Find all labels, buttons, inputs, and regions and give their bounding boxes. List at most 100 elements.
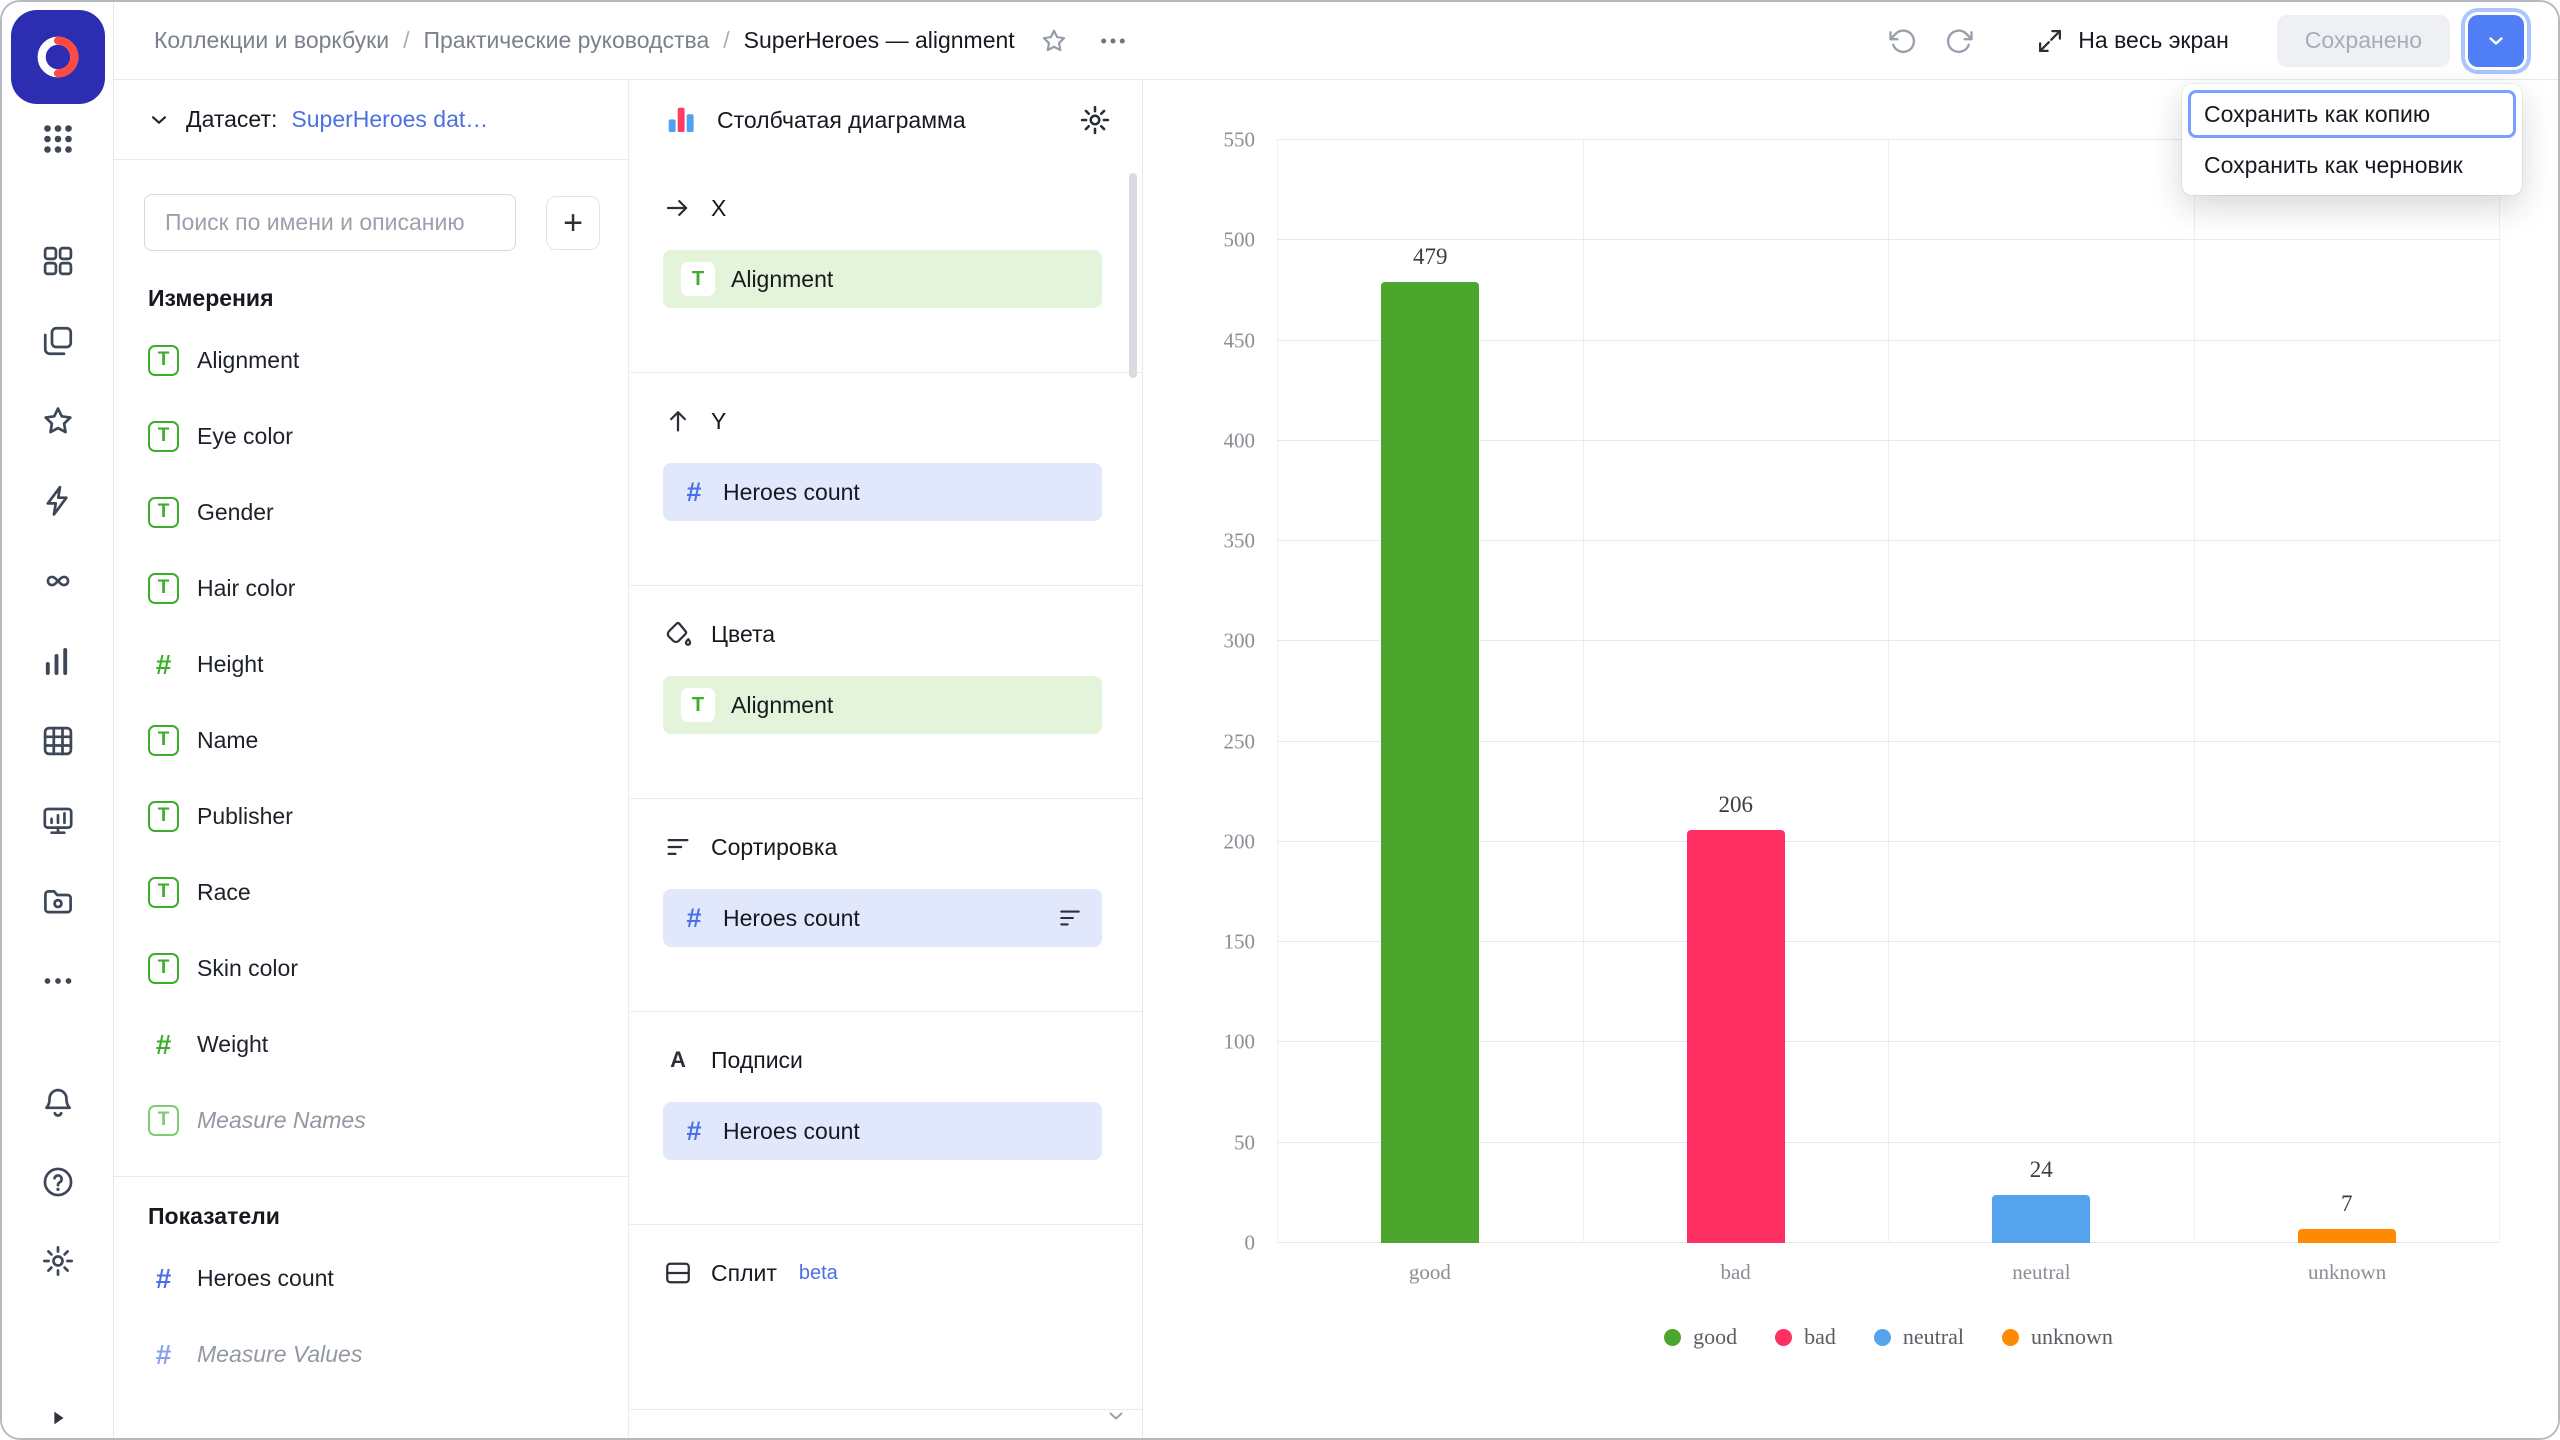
menu-item[interactable]: Сохранить как копию [2188, 90, 2516, 138]
dataset-field[interactable]: THair color [114, 550, 628, 626]
config-section-sort: Сортировка#Heroes count [629, 799, 1142, 1012]
dataset-field[interactable]: TMeasure Names [114, 1082, 628, 1158]
sort-icon [663, 832, 693, 862]
legend-dot [1664, 1329, 1681, 1346]
sidebar-monitor-icon[interactable] [26, 790, 90, 852]
sidebar-charts-icon[interactable] [26, 630, 90, 692]
apps-grid-icon[interactable] [26, 108, 90, 170]
dataset-field[interactable]: TAlignment [114, 322, 628, 398]
number-field-icon: # [148, 1339, 179, 1370]
config-sections: XTAlignmentY#Heroes countЦветаTAlignment… [629, 160, 1142, 1438]
dataset-field[interactable]: TEye color [114, 398, 628, 474]
bar-bad[interactable] [1687, 830, 1785, 1243]
dataset-field[interactable]: #Measure Values [114, 1316, 628, 1392]
scrollbar-thumb[interactable] [1129, 173, 1137, 378]
field-chip[interactable]: #Heroes count [663, 1102, 1102, 1160]
dataset-panel-header: Датасет: SuperHeroes dat… [114, 80, 628, 160]
legend-label: unknown [2031, 1324, 2113, 1350]
sidebar-storage-icon[interactable] [26, 870, 90, 932]
bar-neutral[interactable] [1992, 1195, 2090, 1243]
dataset-link[interactable]: SuperHeroes dat… [291, 106, 488, 133]
field-list: ИзмеренияTAlignmentTEye colorTGenderTHai… [114, 251, 628, 1438]
field-name: Publisher [197, 803, 293, 830]
text-field-icon: T [148, 801, 179, 832]
field-chip[interactable]: TAlignment [663, 676, 1102, 734]
dataset-field[interactable]: TName [114, 702, 628, 778]
chart-column: 7 [2194, 140, 2501, 1243]
chart-column: 479 [1277, 140, 1583, 1243]
field-name: Alignment [197, 347, 299, 374]
section-header: AПодписи [663, 1042, 1102, 1078]
dataset-field[interactable]: #Heroes count [114, 1240, 628, 1316]
dataset-field[interactable]: #Height [114, 626, 628, 702]
bar-unknown[interactable] [2298, 1229, 2396, 1243]
field-chip[interactable]: #Heroes count [663, 889, 1102, 947]
sort-icon[interactable] [1056, 904, 1084, 932]
field-name: Gender [197, 499, 274, 526]
sidebar-quick-actions-icon[interactable] [26, 470, 90, 532]
text-field-icon: T [681, 688, 715, 722]
dataset-panel: Датасет: SuperHeroes dat… + ИзмеренияTAl… [114, 80, 629, 1438]
field-chip[interactable]: TAlignment [663, 250, 1102, 308]
sidebar-gear-icon[interactable] [26, 1230, 90, 1292]
field-section-title: Показатели [114, 1203, 628, 1230]
rail-bottom-group [26, 1072, 90, 1292]
add-field-button[interactable]: + [546, 196, 600, 250]
x-axis-label: unknown [2194, 1260, 2500, 1285]
expand-sidebar-button[interactable] [47, 1407, 69, 1434]
legend-item[interactable]: unknown [2002, 1324, 2113, 1350]
breadcrumb-separator: / [403, 27, 409, 54]
config-section-x: XTAlignment [629, 160, 1142, 373]
fullscreen-button[interactable]: На весь экран [2036, 27, 2229, 55]
chart-config-panel: Столбчатая диаграмма XTAlignmentY#Heroes… [629, 80, 1143, 1438]
sidebar-workbooks-icon[interactable] [26, 230, 90, 292]
dataset-field[interactable]: #Weight [114, 1006, 628, 1082]
breadcrumb-separator: / [723, 27, 729, 54]
sidebar-bell-icon[interactable] [26, 1072, 90, 1134]
saved-button[interactable]: Сохранено [2277, 15, 2450, 67]
text-field-icon: T [148, 725, 179, 756]
sidebar-datasets-icon[interactable] [26, 710, 90, 772]
text-field-icon: T [148, 497, 179, 528]
number-field-icon: # [681, 903, 707, 934]
redo-icon[interactable] [1944, 26, 1974, 56]
top-bar: Коллекции и воркбуки / Практические руково… [114, 2, 2558, 80]
text-field-icon: T [148, 1105, 179, 1136]
legend-item[interactable]: good [1664, 1324, 1737, 1350]
undo-icon[interactable] [1888, 26, 1918, 56]
datalens-logo[interactable] [11, 10, 105, 104]
breadcrumb-item[interactable]: Практические руководства [423, 27, 709, 54]
more-actions-icon[interactable] [1097, 25, 1129, 57]
dataset-field[interactable]: T Gender [114, 474, 628, 550]
plot-area: 479206247 [1277, 140, 2500, 1243]
search-input[interactable] [144, 194, 516, 251]
dataset-label: Датасет: [186, 106, 277, 133]
dataset-field[interactable]: T Publisher [114, 778, 628, 854]
sidebar-collections-icon[interactable] [26, 310, 90, 372]
menu-item[interactable]: Сохранить как черновик [2188, 141, 2516, 189]
bar-good[interactable] [1381, 282, 1479, 1243]
breadcrumb: Коллекции и воркбуки / Практические руково… [154, 27, 1015, 54]
field-name: Height [197, 651, 263, 678]
config-section-filters: Фильтры [629, 1410, 1142, 1438]
sidebar-more-icon[interactable] [26, 950, 90, 1012]
chart-column: 24 [1888, 140, 2194, 1243]
dataset-field[interactable]: TSkin color [114, 930, 628, 1006]
legend-item[interactable]: neutral [1874, 1324, 1964, 1350]
favorite-star-icon[interactable] [1039, 26, 1069, 56]
breadcrumb-item[interactable]: Коллекции и воркбуки [154, 27, 389, 54]
sidebar-connections-icon[interactable] [26, 550, 90, 612]
sidebar-favorites-icon[interactable] [26, 390, 90, 452]
breadcrumb-item[interactable]: SuperHeroes — alignment [744, 27, 1015, 54]
save-options-button[interactable] [2468, 15, 2524, 67]
chip-field-name: Alignment [731, 266, 1084, 293]
rail-navigation [26, 230, 90, 1012]
column-chart-icon[interactable] [663, 102, 699, 138]
field-chip[interactable]: #Heroes count [663, 463, 1102, 521]
sidebar-help-icon[interactable] [26, 1151, 90, 1213]
legend-item[interactable]: bad [1775, 1324, 1836, 1350]
collapse-dataset-icon[interactable] [146, 107, 172, 133]
dataset-field[interactable]: TRace [114, 854, 628, 930]
y-axis-label: 0 [1143, 1231, 1255, 1256]
chart-settings-gear-icon[interactable] [1078, 103, 1112, 137]
